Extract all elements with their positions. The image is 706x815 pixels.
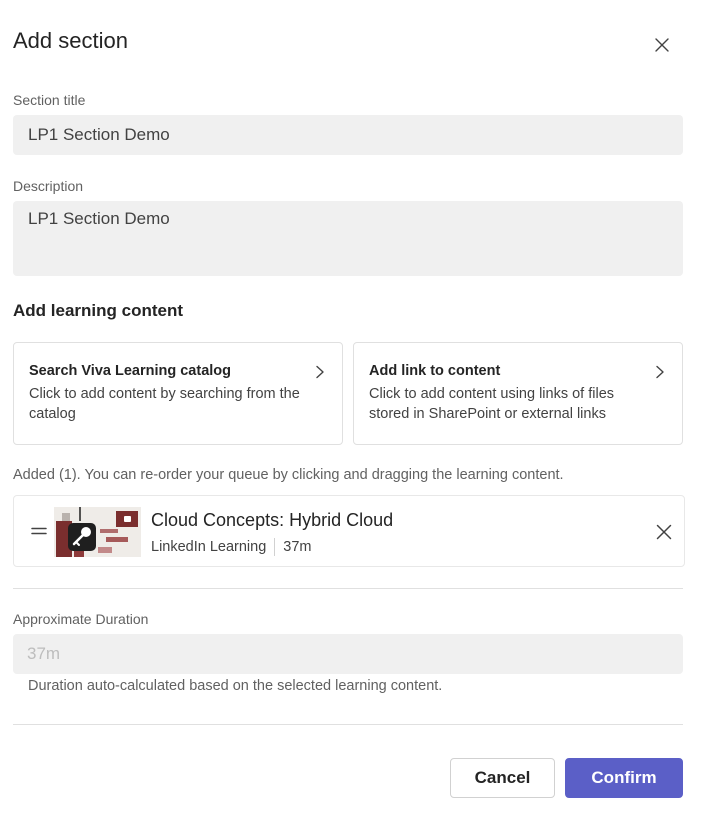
remove-item-icon[interactable]: [655, 523, 673, 541]
search-catalog-description: Click to add content by searching from t…: [29, 386, 300, 422]
course-duration: 37m: [283, 539, 312, 555]
add-link-description: Click to add content using links of file…: [369, 386, 615, 422]
chevron-right-icon: [316, 365, 324, 379]
course-thumbnail: [54, 507, 141, 557]
meta-divider: [274, 538, 276, 556]
course-thumbnail-image: [54, 507, 141, 557]
duration-input: 37m: [13, 634, 683, 674]
close-icon: [655, 38, 669, 52]
search-catalog-title: Search Viva Learning catalog: [29, 363, 232, 379]
drag-handle-icon[interactable]: [31, 523, 47, 539]
queue-item[interactable]: Cloud Concepts: Hybrid Cloud LinkedIn Le…: [13, 495, 685, 567]
add-learning-content-heading: Add learning content: [13, 301, 183, 320]
divider: [13, 588, 683, 589]
course-title: Cloud Concepts: Hybrid Cloud: [151, 510, 394, 530]
section-title-input[interactable]: LP1 Section Demo: [13, 115, 683, 155]
queue-info-text: Added (1). You can re-order your queue b…: [13, 467, 564, 483]
close-button[interactable]: [650, 33, 674, 57]
add-link-title: Add link to content: [369, 363, 501, 379]
add-link-card[interactable]: Add link to content Click to add content…: [353, 342, 683, 445]
description-input[interactable]: LP1 Section Demo: [13, 201, 683, 276]
cancel-button[interactable]: Cancel: [450, 758, 555, 798]
course-provider: LinkedIn Learning: [151, 539, 267, 555]
course-meta: LinkedIn Learning 37m: [151, 538, 312, 556]
divider: [13, 724, 683, 725]
duration-label: Approximate Duration: [13, 611, 149, 627]
section-title-label: Section title: [13, 92, 86, 108]
dialog-title: Add section: [13, 28, 128, 53]
search-catalog-card[interactable]: Search Viva Learning catalog Click to ad…: [13, 342, 343, 445]
description-label: Description: [13, 178, 84, 194]
duration-hint: Duration auto-calculated based on the se…: [28, 678, 443, 694]
chevron-right-icon: [656, 365, 664, 379]
confirm-button[interactable]: Confirm: [565, 758, 683, 798]
